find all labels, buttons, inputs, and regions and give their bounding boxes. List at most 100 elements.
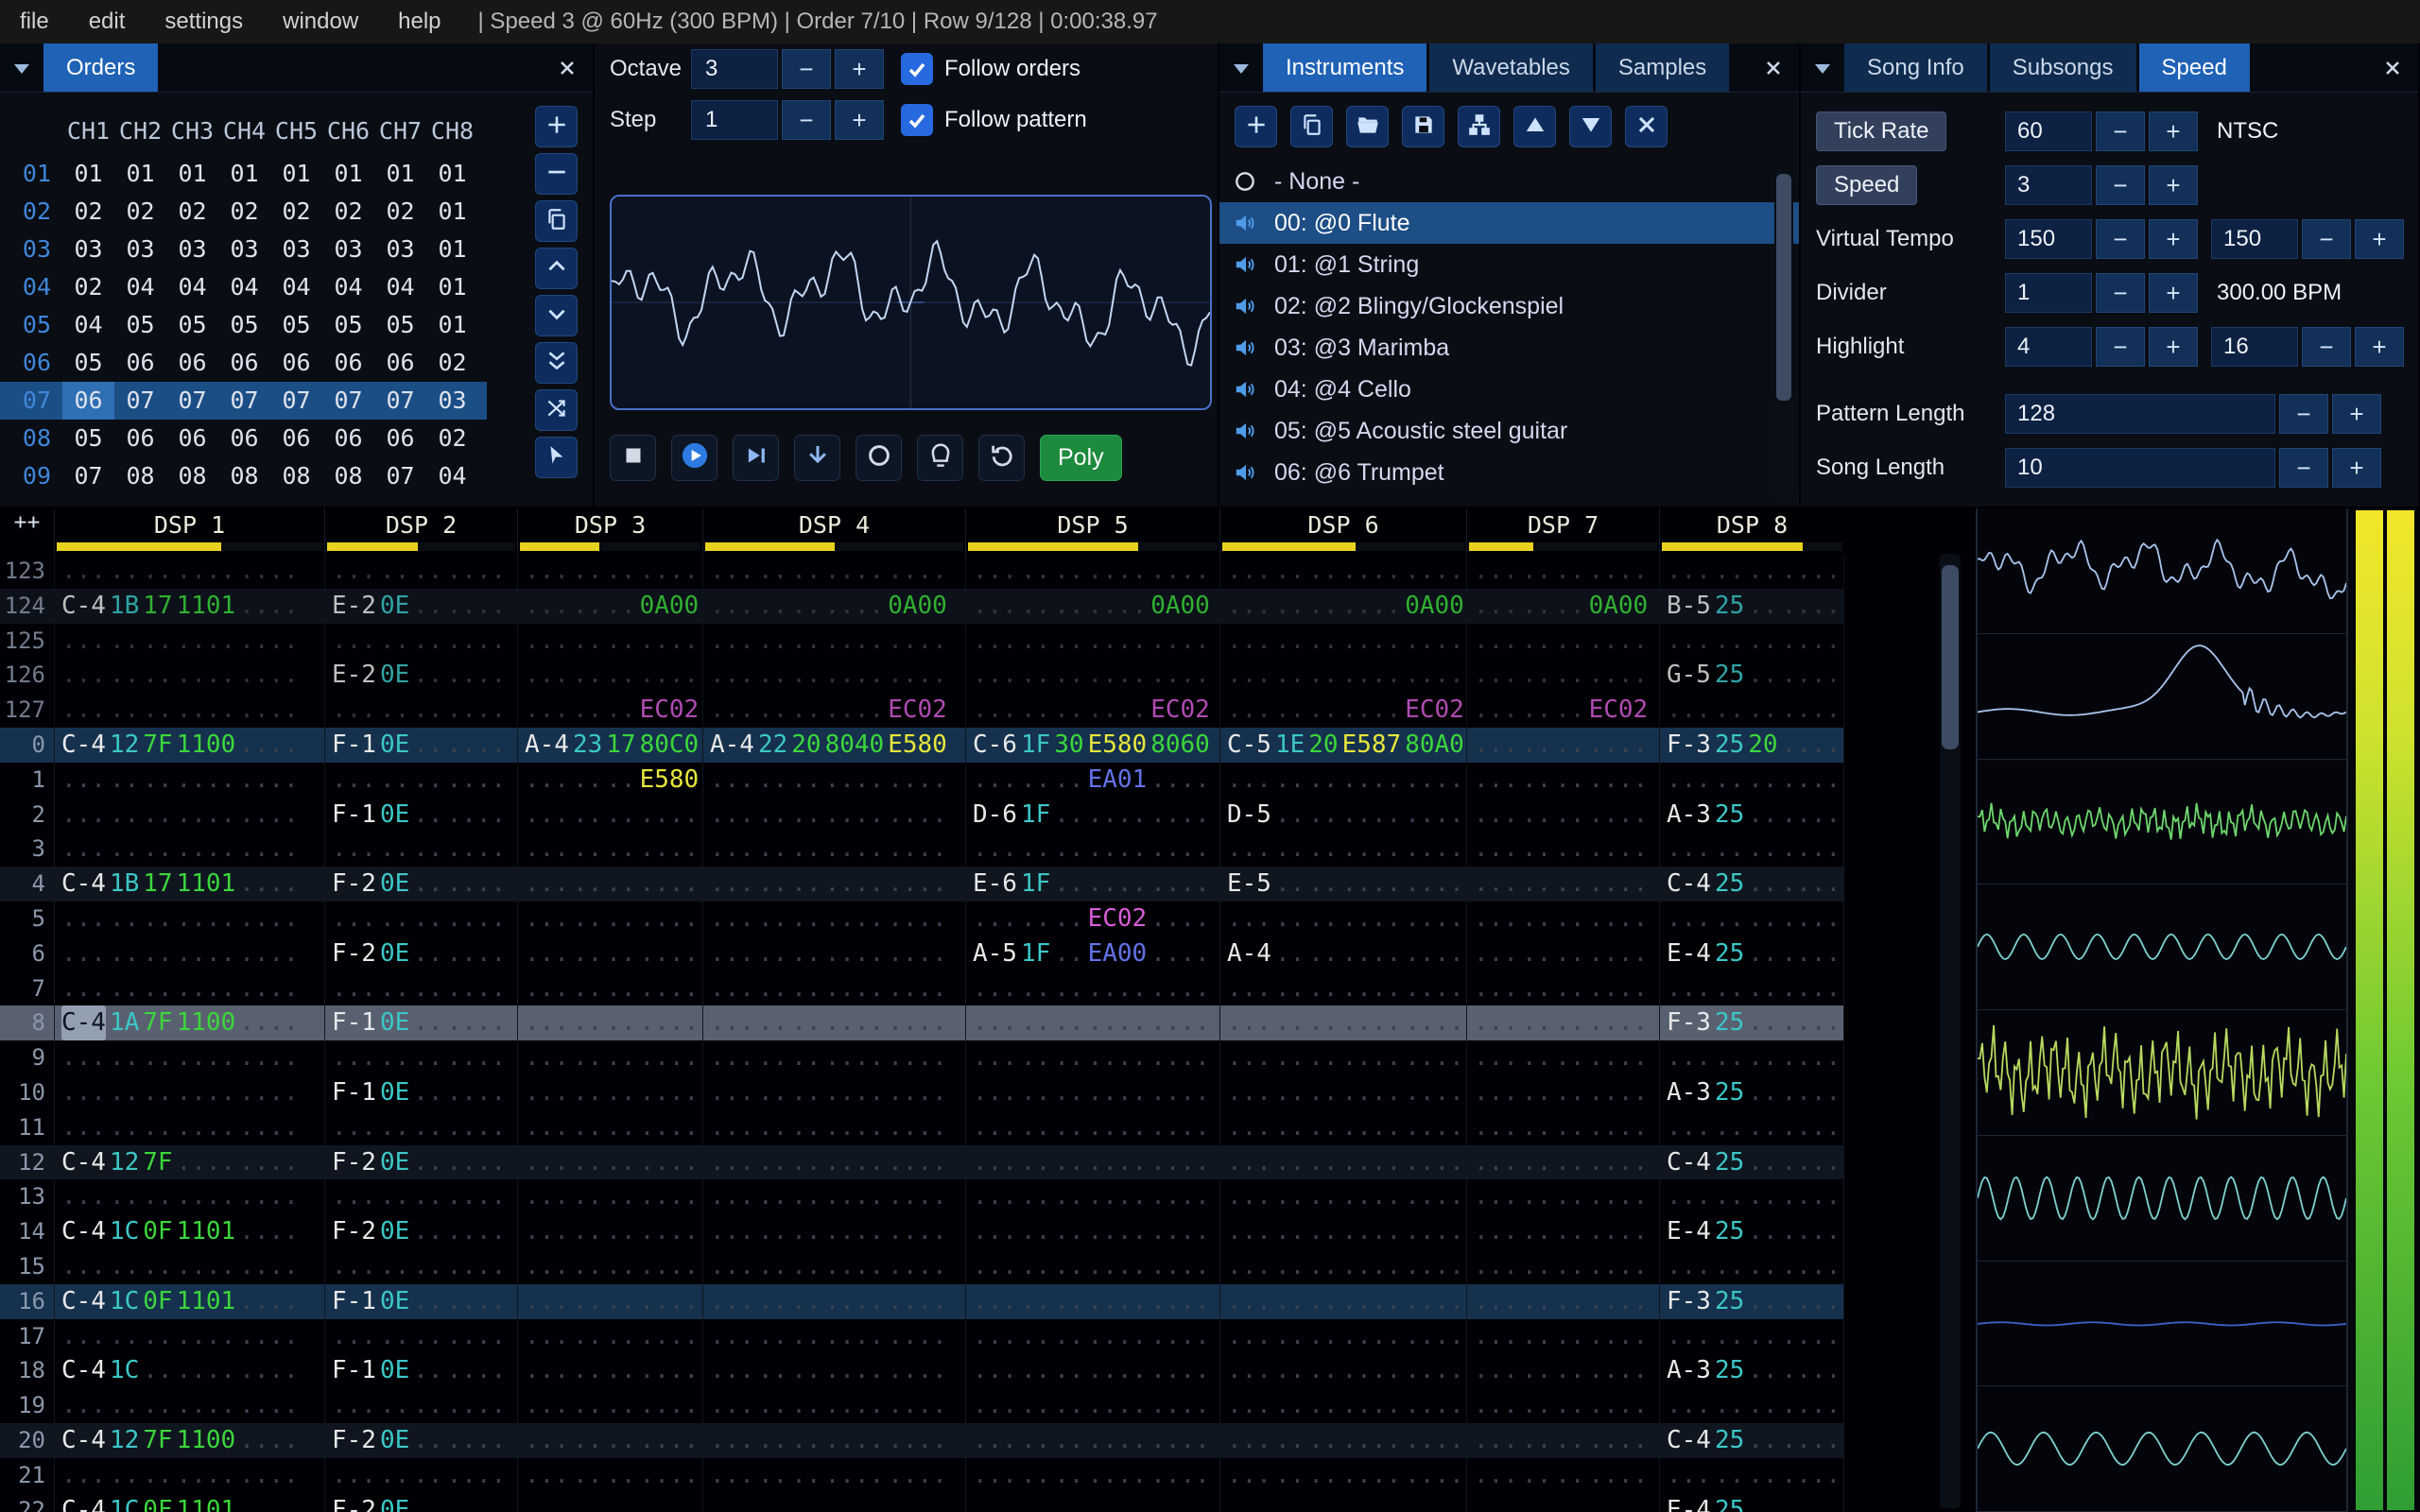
octave-input[interactable]: 3 xyxy=(691,49,778,89)
order-cell[interactable]: 06 xyxy=(166,420,218,457)
pattern-cell[interactable]: ........... xyxy=(1659,1248,1844,1284)
tab-speed[interactable]: Speed xyxy=(2138,43,2250,92)
instrument-folders-button[interactable] xyxy=(1458,106,1500,147)
order-cell[interactable]: 04 xyxy=(62,306,114,344)
pattern-cell[interactable]: ............... xyxy=(54,797,324,833)
pattern-cell[interactable]: A-4 22 20 8040 E580 xyxy=(702,727,965,763)
pattern-cell[interactable]: ............... xyxy=(1219,1422,1466,1458)
tick-rate-increase-button[interactable]: + xyxy=(2149,112,2198,151)
pattern-cell[interactable]: ........... xyxy=(1659,693,1844,728)
pattern-cell[interactable]: C-4 12 7F 1100.... xyxy=(54,1422,324,1458)
order-cell[interactable]: 05 xyxy=(270,306,322,344)
pattern-cell[interactable]: ............... xyxy=(965,971,1219,1006)
tab-subsongs[interactable]: Subsongs xyxy=(1989,43,2136,92)
pattern-cell[interactable]: ........... xyxy=(517,1179,702,1215)
pattern-cell[interactable]: ............... xyxy=(54,901,324,936)
virtual-tempo-num-increase-button[interactable]: + xyxy=(2149,219,2198,259)
pattern-cell[interactable]: ............... xyxy=(965,1005,1219,1041)
orders-close-icon[interactable] xyxy=(542,43,593,92)
pattern-cell[interactable]: ........... xyxy=(1466,1492,1659,1512)
pattern-length-input[interactable]: 128 xyxy=(2005,394,2275,434)
pattern-cell[interactable]: ............... xyxy=(965,1353,1219,1389)
pattern-cell[interactable]: ............... xyxy=(54,693,324,728)
pattern-cell[interactable]: ............... xyxy=(702,1144,965,1180)
pattern-cell[interactable]: ............... xyxy=(1219,1353,1466,1389)
pattern-cell[interactable]: ........... xyxy=(1466,1005,1659,1041)
pattern-cell[interactable]: ............... xyxy=(702,1283,965,1319)
pattern-cell[interactable]: ........... xyxy=(517,1353,702,1389)
pattern-cell[interactable]: ........... EC02 xyxy=(1219,693,1466,728)
order-cell[interactable]: 07 xyxy=(270,382,322,420)
pattern-cell[interactable]: ............... xyxy=(1219,901,1466,936)
pattern-cell[interactable]: ........... xyxy=(324,1179,517,1215)
pattern-length-increase-button[interactable]: + xyxy=(2332,394,2381,434)
pattern-cell[interactable]: ............... xyxy=(702,867,965,902)
tick-rate-decrease-button[interactable]: − xyxy=(2096,112,2145,151)
channel-name[interactable]: DSP 4 xyxy=(703,510,965,541)
pattern-cell[interactable]: F-1 0E...... xyxy=(324,1353,517,1389)
order-cell[interactable]: 08 xyxy=(322,457,374,495)
order-cell[interactable]: 06 xyxy=(218,344,270,382)
pattern-cell[interactable]: C-4 1B 17 1101.... xyxy=(54,867,324,902)
order-cell[interactable]: 06 xyxy=(270,344,322,382)
order-cell[interactable]: 01 xyxy=(322,155,374,193)
pattern-cell[interactable]: C-4 12 7F........ xyxy=(54,1144,324,1180)
pattern-cell[interactable]: ........... xyxy=(517,1109,702,1145)
pattern-cell[interactable]: ........... xyxy=(1466,727,1659,763)
step-increase-button[interactable]: + xyxy=(835,100,884,140)
pattern-cell[interactable]: ........... xyxy=(1659,971,1844,1006)
octave-increase-button[interactable]: + xyxy=(835,49,884,89)
order-cell[interactable]: 03 xyxy=(426,382,478,420)
pattern-cell[interactable]: C-5 1E 20 E587 80A0 xyxy=(1219,727,1466,763)
move-instrument-up-button[interactable] xyxy=(1513,106,1556,147)
order-cell[interactable]: 03 xyxy=(270,231,322,268)
pattern-cell[interactable]: C-4 25...... xyxy=(1659,1422,1844,1458)
order-cell[interactable]: 02 xyxy=(166,193,218,231)
order-cell[interactable]: 04 xyxy=(218,268,270,306)
pattern-cell[interactable]: ............... xyxy=(702,762,965,798)
virtual-tempo-numerator-input[interactable]: 150 xyxy=(2005,219,2092,259)
delete-instrument-button[interactable] xyxy=(1625,106,1668,147)
pattern-cell[interactable]: ........... EC02 xyxy=(965,693,1219,728)
instrument-item[interactable]: 03: @3 Marimba xyxy=(1219,327,1799,369)
pattern-cell[interactable]: ........... xyxy=(324,693,517,728)
window-menu-icon[interactable] xyxy=(1219,43,1263,92)
pattern-cell[interactable]: E-5............ xyxy=(1219,867,1466,902)
order-cell[interactable]: 01 xyxy=(166,155,218,193)
order-row[interactable]: 09 07 08 08 08 08 08 07 04 xyxy=(0,457,487,495)
pattern-cell[interactable]: ............... xyxy=(54,623,324,659)
pattern-cell[interactable]: ........... xyxy=(1466,936,1659,971)
save-instrument-button[interactable] xyxy=(1402,106,1444,147)
pattern-cell[interactable]: ........... xyxy=(324,901,517,936)
move-instrument-down-button[interactable] xyxy=(1569,106,1612,147)
order-cell[interactable]: 03 xyxy=(114,231,166,268)
pattern-cell[interactable]: ........... xyxy=(1659,901,1844,936)
instrument-none-item[interactable]: - None - xyxy=(1219,161,1799,202)
play-button[interactable] xyxy=(671,435,717,481)
order-cell[interactable]: 05 xyxy=(322,306,374,344)
tick-rate-input[interactable]: 60 xyxy=(2005,112,2092,151)
window-menu-icon[interactable] xyxy=(0,43,43,92)
pattern-cell[interactable]: ........... xyxy=(1466,1179,1659,1215)
play-pattern-button[interactable] xyxy=(733,435,779,481)
pattern-cell[interactable]: ............... xyxy=(1219,554,1466,589)
pattern-cell[interactable]: G-5 25...... xyxy=(1659,658,1844,694)
order-cell[interactable]: 02 xyxy=(114,193,166,231)
channel-header[interactable]: DSP 5 xyxy=(965,508,1219,554)
pattern-cell[interactable]: ............... xyxy=(1219,1492,1466,1512)
speed-increase-button[interactable]: + xyxy=(2149,165,2198,205)
channel-name[interactable]: DSP 1 xyxy=(55,510,324,541)
pattern-cell[interactable]: E-4 25...... xyxy=(1659,936,1844,971)
pattern-cell[interactable]: ............... xyxy=(702,1388,965,1423)
pattern-cell[interactable]: F-3 25 20.... xyxy=(1659,727,1844,763)
order-cell[interactable]: 01 xyxy=(114,155,166,193)
pattern-cell[interactable]: ........... xyxy=(1466,1422,1659,1458)
pattern-cell[interactable]: D-5............ xyxy=(1219,797,1466,833)
repeat-pattern-button[interactable] xyxy=(978,435,1025,481)
pattern-cell[interactable]: C-4 1C 0F 1101.... xyxy=(54,1283,324,1319)
virtual-tempo-denominator-input[interactable]: 150 xyxy=(2211,219,2298,259)
order-cell[interactable]: 07 xyxy=(374,382,426,420)
pattern-cell[interactable]: F-3 25...... xyxy=(1659,1283,1844,1319)
pattern-cell[interactable]: C-4 1B 17 1101.... xyxy=(54,588,324,624)
order-row[interactable]: 03 03 03 03 03 03 03 03 01 xyxy=(0,231,487,268)
